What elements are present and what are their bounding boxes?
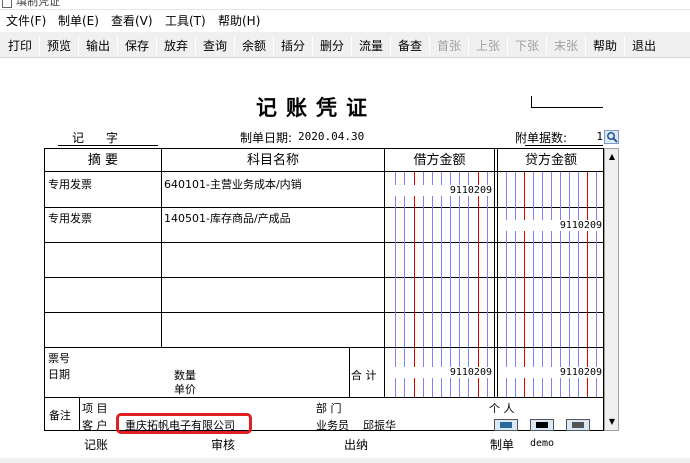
toolbar-separator <box>351 36 352 55</box>
maker-label: 制单 <box>490 438 515 452</box>
grid-line <box>79 397 80 431</box>
toolbar-separator <box>585 36 586 55</box>
voucher-grid: 摘 要 科目名称 借方金额 贷方金额 专用发票 640101-主营业务成本/内销… <box>44 148 604 433</box>
auditor-label: 审核 <box>211 438 236 452</box>
exit-button[interactable]: 退出 <box>628 35 660 56</box>
entry-credit[interactable]: 9110209 <box>498 220 602 231</box>
voucher-number-label: 字 <box>106 131 119 145</box>
toolbar-separator <box>273 36 274 55</box>
remarks-label: 备注 <box>49 409 71 422</box>
entry-summary[interactable]: 专用发票 <box>48 210 92 226</box>
department-label: 部 门 <box>316 402 342 415</box>
bill-no-label: 票号 <box>48 352 70 365</box>
toolbar-separator <box>390 36 391 55</box>
attachments-underline <box>525 145 603 146</box>
tools-icon[interactable] <box>566 419 590 431</box>
grid-line <box>45 397 604 398</box>
voucher-type[interactable]: 记 <box>72 129 84 146</box>
entry-account[interactable]: 140501-库存商品/产成品 <box>164 210 291 226</box>
toolbar-separator <box>624 36 625 55</box>
delete-entry-button[interactable]: 删分 <box>316 35 348 56</box>
date-label: 制单日期: <box>240 131 293 145</box>
window-title: 填制凭证 <box>16 0 60 8</box>
save-button[interactable]: 保存 <box>121 35 153 56</box>
header-summary: 摘 要 <box>87 153 119 168</box>
toolbar-separator <box>507 36 508 55</box>
corner-mark <box>531 96 603 108</box>
menu-view[interactable]: 查看(V) <box>111 12 153 29</box>
card-icon[interactable] <box>494 419 518 431</box>
salesman-label: 业务员 <box>316 419 349 432</box>
help-button[interactable]: 帮助 <box>589 35 621 56</box>
grid-line <box>494 149 495 397</box>
entry-account[interactable]: 640101-主营业务成本/内销 <box>164 176 302 192</box>
attachments-label: 附单据数: <box>515 131 568 145</box>
toolbar-separator <box>429 36 430 55</box>
toolbar-separator <box>117 36 118 55</box>
print-button[interactable]: 打印 <box>4 35 36 56</box>
grid-line <box>161 149 162 347</box>
header-debit: 借方金额 <box>413 153 466 168</box>
toolbar: 打印 预览 输出 保存 放弃 查询 余额 插分 删分 流量 备查 首张 上张 下… <box>0 31 690 58</box>
maker-value: demo <box>530 438 555 449</box>
total-debit: 9110209 <box>385 367 492 378</box>
previous-voucher-button[interactable]: 上张 <box>472 35 504 56</box>
memo-check-button[interactable]: 备查 <box>394 35 426 56</box>
voucher-title: 记账凭证 <box>256 95 376 120</box>
insert-entry-button[interactable]: 插分 <box>277 35 309 56</box>
grid-line <box>349 347 350 397</box>
balance-button[interactable]: 余额 <box>238 35 270 56</box>
menu-file[interactable]: 文件(F) <box>6 12 46 29</box>
discard-button[interactable]: 放弃 <box>160 35 192 56</box>
toolbar-separator <box>39 36 40 55</box>
toolbar-separator <box>195 36 196 55</box>
header-credit: 贷方金额 <box>524 153 577 168</box>
ledger-icon[interactable] <box>530 419 554 431</box>
scroll-up-icon[interactable]: ▲ <box>607 151 617 163</box>
toolbar-separator <box>78 36 79 55</box>
status-strip <box>0 458 690 463</box>
attachments-input[interactable]: 1 <box>578 130 603 144</box>
toolbar-separator <box>156 36 157 55</box>
next-voucher-button[interactable]: 下张 <box>511 35 543 56</box>
cash-flow-button[interactable]: 流量 <box>355 35 387 56</box>
app-icon <box>2 0 12 8</box>
menu-help[interactable]: 帮助(H) <box>218 12 260 29</box>
preview-button[interactable]: 预览 <box>43 35 75 56</box>
toolbar-separator <box>234 36 235 55</box>
scroll-down-icon[interactable]: ▼ <box>607 416 617 428</box>
entry-summary[interactable]: 专用发票 <box>48 176 92 192</box>
last-voucher-button[interactable]: 末张 <box>550 35 582 56</box>
bill-date-label: 日期 <box>48 368 70 381</box>
customer-label: 客 户 <box>82 419 108 432</box>
voucher-date[interactable]: 2020.04.30 <box>298 130 364 143</box>
header-account: 科目名称 <box>246 153 299 168</box>
cashier-label: 出纳 <box>344 438 369 452</box>
attachments-search-icon[interactable] <box>604 130 619 144</box>
bookkeeper-label: 记账 <box>84 438 109 452</box>
toolbar-separator <box>546 36 547 55</box>
menu-bar: 文件(F) 制单(E) 查看(V) 工具(T) 帮助(H) <box>0 10 690 30</box>
toolbar-separator <box>468 36 469 55</box>
menu-tools[interactable]: 工具(T) <box>165 12 206 29</box>
credit-amount-grid <box>498 172 604 347</box>
title-bar: 填制凭证 <box>0 0 690 10</box>
export-button[interactable]: 输出 <box>82 35 114 56</box>
customer-highlight <box>116 413 252 434</box>
voucher-type-underline <box>58 145 158 146</box>
person-label: 个 人 <box>489 402 515 415</box>
first-voucher-button[interactable]: 首张 <box>433 35 465 56</box>
entry-debit[interactable]: 9110209 <box>385 185 492 196</box>
toolbar-separator <box>312 36 313 55</box>
debit-amount-grid <box>385 172 494 347</box>
unit-price-label: 单价 <box>174 383 196 396</box>
total-credit: 9110209 <box>498 367 602 378</box>
salesman-value[interactable]: 邱振华 <box>363 417 396 433</box>
query-button[interactable]: 查询 <box>199 35 231 56</box>
menu-edit[interactable]: 制单(E) <box>58 12 99 29</box>
project-label: 项 目 <box>82 402 108 415</box>
total-label: 合 计 <box>351 369 377 382</box>
vertical-scrollbar[interactable]: ▲ ▼ <box>604 148 619 431</box>
